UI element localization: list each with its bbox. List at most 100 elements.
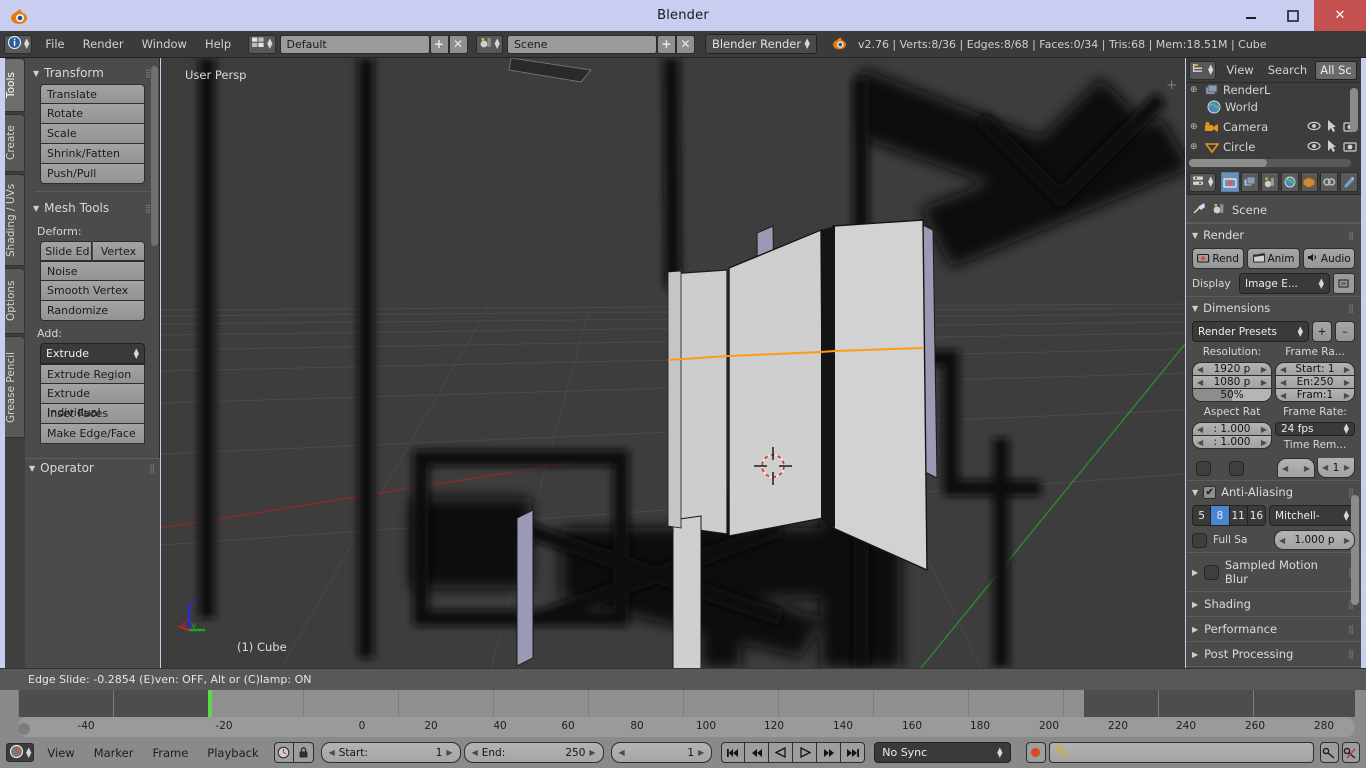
expand-icon[interactable]: ⊕ <box>1190 85 1200 95</box>
aa-sample-11[interactable]: 11 <box>1229 505 1248 526</box>
timeline-menu-view[interactable]: View <box>39 744 82 762</box>
delete-screen-layout-button[interactable]: ✕ <box>448 34 468 54</box>
timeline-menu-playback[interactable]: Playback <box>199 744 266 762</box>
timeline-editor-type-selector[interactable]: ▲ ▼ <box>6 743 35 762</box>
auto-keyframe-record-button[interactable] <box>1025 742 1046 763</box>
outliner-vertical-scrollbar[interactable] <box>1350 88 1358 132</box>
scene-selector[interactable]: ▲ ▼ <box>475 34 503 54</box>
3d-viewport[interactable]: User Persp (1) Cube + z y x <box>161 58 1185 668</box>
scale-button[interactable]: Scale <box>40 124 145 144</box>
add-scene-button[interactable]: + <box>656 34 676 54</box>
render-section-header[interactable]: ▼ Render ⣿ <box>1186 223 1361 246</box>
resolution-percent-slider[interactable]: 50% <box>1192 389 1272 402</box>
frame-end-input[interactable]: ◀ End: 250 ▶ <box>463 742 604 763</box>
delete-scene-button[interactable]: ✕ <box>675 34 695 54</box>
current-frame-input[interactable]: ◀ 1 ▶ <box>610 742 713 763</box>
object-tab-icon[interactable] <box>1300 172 1319 192</box>
camera-render-icon[interactable] <box>1343 140 1357 155</box>
extrude-region-button[interactable]: Extrude Region <box>40 364 145 384</box>
outliner-display-mode[interactable]: All Sc <box>1315 60 1358 80</box>
timeline-menu-marker[interactable]: Marker <box>86 744 142 762</box>
sync-mode-dropdown[interactable]: No Sync ▲ ▼ <box>874 742 1011 763</box>
lock-icon[interactable] <box>293 742 314 763</box>
outliner-menu-view[interactable]: View <box>1220 61 1259 79</box>
screen-layout-selector[interactable]: ▲ ▼ <box>248 34 276 54</box>
display-mode-dropdown[interactable]: Image E... ▲ ▼ <box>1239 273 1330 294</box>
scene-value[interactable]: Scene <box>506 34 657 54</box>
aspect-y-field[interactable]: ◀ : 1.000 ▶ <box>1192 436 1272 449</box>
extrude-individual-button[interactable]: Extrude Individual <box>40 384 145 419</box>
aa-sample-5[interactable]: 5 <box>1192 505 1212 526</box>
constraints-tab-icon[interactable] <box>1320 172 1339 192</box>
tab-create[interactable]: Create <box>5 114 25 172</box>
remove-preset-button[interactable]: – <box>1335 321 1355 342</box>
timeline-scroll-handle[interactable]: ⬤ <box>17 721 30 735</box>
operator-panel-header[interactable]: ▼ Operator ⣿ <box>25 459 160 479</box>
full-sample-checkbox[interactable] <box>1192 532 1207 548</box>
properties-scrollbar[interactable] <box>1351 495 1359 605</box>
make-edge-face-button[interactable]: Make Edge/Face <box>40 424 145 444</box>
dimensions-section-header[interactable]: ▼ Dimensions ⣿ <box>1186 296 1361 319</box>
outliner-row-renderlayers[interactable]: ⊕ RenderL <box>1186 83 1361 97</box>
screen-layout-value[interactable]: Default <box>279 34 430 54</box>
frame-start-field[interactable]: ◀ Start: 1 ▶ <box>1275 362 1355 376</box>
render-animation-button[interactable]: Anim <box>1247 248 1300 269</box>
outliner-row-world[interactable]: World <box>1186 97 1361 117</box>
anti-aliasing-section-header[interactable]: ▼ ✔ Anti-Aliasing ⣿ <box>1186 480 1361 503</box>
transform-panel-header[interactable]: ▼ Transform ⣿ <box>29 64 156 84</box>
border-toggle[interactable] <box>1196 460 1211 476</box>
expand-icon[interactable]: ⊕ <box>1190 142 1200 152</box>
render-audio-button[interactable]: Audio <box>1302 248 1355 269</box>
render-image-button[interactable]: Rend <box>1192 248 1245 269</box>
motion-blur-checkbox[interactable] <box>1204 564 1219 580</box>
key-remove-icon[interactable] <box>1341 742 1361 763</box>
render-tab-icon[interactable] <box>1221 172 1240 192</box>
time-remap-new-field[interactable]: ◀ 1 ▶ <box>1317 458 1355 478</box>
tab-tools[interactable]: Tools <box>5 58 25 112</box>
aa-sample-8[interactable]: 8 <box>1211 505 1230 526</box>
frame-end-field[interactable]: ◀ En:250 ▶ <box>1275 376 1355 389</box>
outliner-horizontal-scrollbar[interactable] <box>1189 159 1351 167</box>
timeline-ruler[interactable]: ⬤ -40 -20 0 20 40 60 80 100 120 140 160 … <box>17 717 1355 737</box>
cursor-arrow-icon[interactable] <box>1327 119 1337 135</box>
modifiers-tab-icon[interactable] <box>1340 172 1358 192</box>
display-new-window-icon[interactable] <box>1333 273 1355 294</box>
aa-size-field[interactable]: ◀ 1.000 p ▶ <box>1274 530 1355 550</box>
outliner-row-circle[interactable]: ⊕ Circle <box>1186 137 1361 157</box>
prev-keyframe-icon[interactable] <box>745 742 770 763</box>
menu-render[interactable]: Render <box>74 35 133 53</box>
render-presets-dropdown[interactable]: Render Presets ▲ ▼ <box>1192 321 1309 342</box>
crop-toggle[interactable] <box>1229 460 1244 476</box>
frame-step-field[interactable]: ◀ Fram:1 ▶ <box>1275 389 1355 402</box>
maximize-button[interactable] <box>1272 0 1314 31</box>
randomize-button[interactable]: Randomize <box>40 301 145 321</box>
tab-shading-uvs[interactable]: Shading / UVs <box>5 174 25 266</box>
menu-window[interactable]: Window <box>133 35 196 53</box>
clock-icon[interactable] <box>273 742 294 763</box>
add-screen-layout-button[interactable]: + <box>429 34 449 54</box>
outliner-menu-search[interactable]: Search <box>1262 61 1314 79</box>
outliner-row-camera[interactable]: ⊕ Camera <box>1186 117 1361 137</box>
aa-filter-dropdown[interactable]: Mitchell- ▲ ▼ <box>1269 505 1355 526</box>
aspect-x-field[interactable]: ◀ : 1.000 ▶ <box>1192 422 1272 436</box>
tab-grease-pencil[interactable]: Grease Pencil <box>5 336 25 438</box>
key-add-icon[interactable] <box>1320 742 1339 763</box>
next-keyframe-icon[interactable] <box>817 742 842 763</box>
properties-editor-type-selector[interactable]: ▲ ▼ <box>1189 172 1217 192</box>
tab-options[interactable]: Options <box>5 268 25 334</box>
render-engine-selector[interactable]: Blender Render ▲ ▼ <box>704 34 817 54</box>
play-reverse-icon[interactable] <box>769 742 794 763</box>
eye-icon[interactable] <box>1307 120 1321 134</box>
scene-tab-icon[interactable] <box>1260 172 1279 192</box>
mesh-tools-panel-header[interactable]: ▼ Mesh Tools ⣿ <box>29 199 156 219</box>
close-button[interactable]: ✕ <box>1314 0 1366 31</box>
add-preset-button[interactable]: + <box>1312 321 1332 342</box>
eye-icon[interactable] <box>1307 140 1321 154</box>
performance-section[interactable]: ▶ Performance ⣿ <box>1186 616 1361 641</box>
frame-start-input[interactable]: ◀ Start: 1 ▶ <box>320 742 461 763</box>
jump-end-icon[interactable] <box>841 742 866 763</box>
timeline-playhead[interactable] <box>208 690 212 717</box>
cursor-arrow-icon[interactable] <box>1327 139 1337 155</box>
menu-help[interactable]: Help <box>196 35 240 53</box>
outliner-editor-type-selector[interactable]: ▲ ▼ <box>1189 60 1217 80</box>
